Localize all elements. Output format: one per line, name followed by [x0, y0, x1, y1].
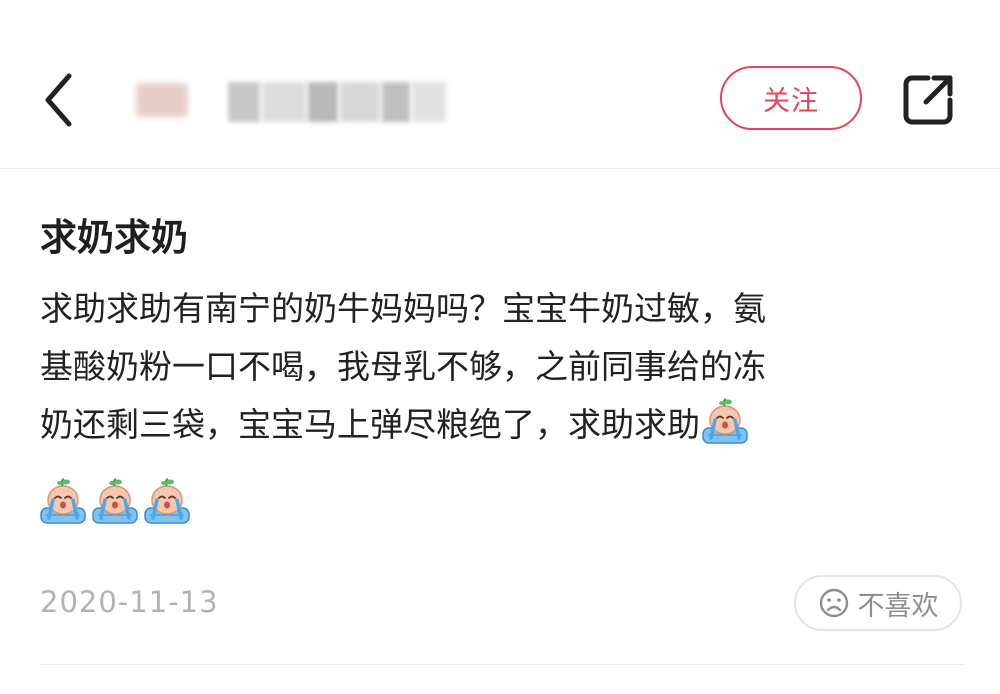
- post-body-line: 奶还剩三袋，宝宝马上弹尽粮绝了，求助求助: [40, 396, 970, 454]
- share-external-icon: [903, 75, 953, 125]
- crying-baby-emoji: [700, 398, 750, 446]
- crying-baby-emoji: [38, 478, 88, 526]
- post-body-text: 基酸奶粉一口不喝，我母乳不够，之前同事给的冻: [40, 347, 766, 386]
- dislike-label: 不喜欢: [857, 590, 939, 622]
- top-nav-bar: 关注: [0, 0, 1000, 169]
- sad-face-icon: [819, 588, 848, 618]
- post-body-line: 基酸奶粉一口不喝，我母乳不够，之前同事给的冻: [40, 338, 970, 396]
- post-body: 求助求助有南宁的奶牛妈妈吗？宝宝牛奶过敏，氨 基酸奶粉一口不喝，我母乳不够，之前…: [40, 280, 970, 454]
- post-body-text: 奶还剩三袋，宝宝马上弹尽粮绝了，求助求助: [40, 405, 700, 444]
- share-button[interactable]: [898, 70, 958, 130]
- dislike-button[interactable]: 不喜欢: [794, 575, 962, 631]
- follow-button[interactable]: 关注: [720, 66, 862, 130]
- divider: [40, 664, 964, 665]
- post-body-line: 求助求助有南宁的奶牛妈妈吗？宝宝牛奶过敏，氨: [40, 280, 970, 338]
- post-title: 求奶求奶: [40, 216, 188, 259]
- avatar[interactable]: [136, 83, 188, 117]
- back-button[interactable]: [36, 70, 86, 130]
- emoji-row: [38, 478, 192, 526]
- crying-baby-emoji: [142, 478, 192, 526]
- post-date: 2020-11-13: [40, 585, 219, 619]
- crying-baby-emoji: [90, 478, 140, 526]
- post-body-text: 求助求助有南宁的奶牛妈妈吗？宝宝牛奶过敏，氨: [40, 289, 766, 328]
- chevron-left-icon: [45, 73, 72, 127]
